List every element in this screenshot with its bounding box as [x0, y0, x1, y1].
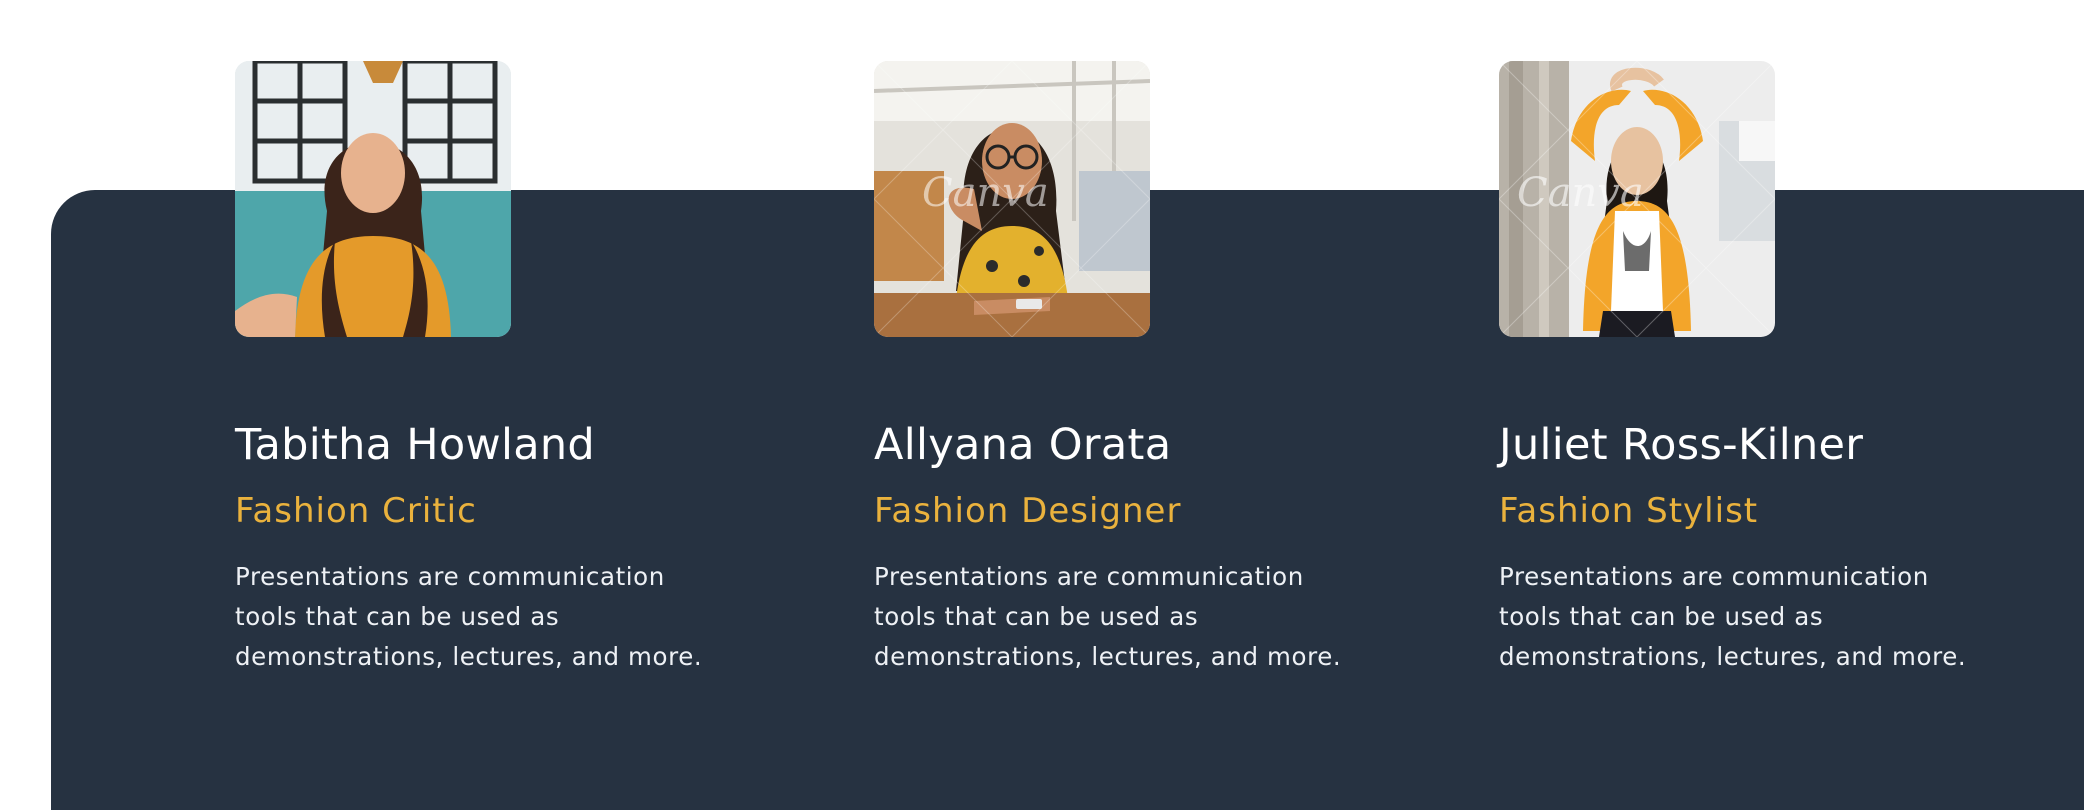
portrait-woman-yellow-jacket-icon: Canva	[1499, 61, 1775, 337]
team-member-card: Canva Juliet Ross-Kilner Fashion Stylist…	[1499, 61, 1979, 677]
description-line: demonstrations, lectures, and more.	[1499, 642, 1967, 671]
member-photo: Canva	[1499, 61, 1775, 337]
member-description: Presentations are communication tools th…	[874, 557, 1354, 677]
member-name: Juliet Ross-Kilner	[1499, 420, 1864, 470]
member-photo: Canva	[874, 61, 1150, 337]
description-line: tools that can be used as	[1499, 602, 1824, 631]
description-line: demonstrations, lectures, and more.	[235, 642, 703, 671]
team-member-card: Canva Allyana Orata Fashion Designer Pre…	[874, 61, 1354, 677]
member-role: Fashion Designer	[874, 491, 1182, 531]
member-description: Presentations are communication tools th…	[1499, 557, 1979, 677]
member-description: Presentations are communication tools th…	[235, 557, 715, 677]
description-line: Presentations are communication	[1499, 562, 1929, 591]
description-line: tools that can be used as	[235, 602, 560, 631]
description-line: Presentations are communication	[235, 562, 665, 591]
member-name: Tabitha Howland	[235, 420, 596, 470]
svg-text:Canva: Canva	[1517, 170, 1644, 216]
svg-text:Canva: Canva	[922, 170, 1049, 216]
member-name: Allyana Orata	[874, 420, 1172, 470]
portrait-woman-glasses-cafe-icon: Canva	[874, 61, 1150, 337]
member-role: Fashion Critic	[235, 491, 477, 531]
portrait-woman-orange-top-icon	[235, 61, 511, 337]
member-photo	[235, 61, 511, 337]
description-line: Presentations are communication	[874, 562, 1304, 591]
team-member-card: Tabitha Howland Fashion Critic Presentat…	[235, 61, 715, 677]
member-role: Fashion Stylist	[1499, 491, 1759, 531]
description-line: demonstrations, lectures, and more.	[874, 642, 1342, 671]
description-line: tools that can be used as	[874, 602, 1199, 631]
team-section: Tabitha Howland Fashion Critic Presentat…	[0, 0, 2084, 810]
